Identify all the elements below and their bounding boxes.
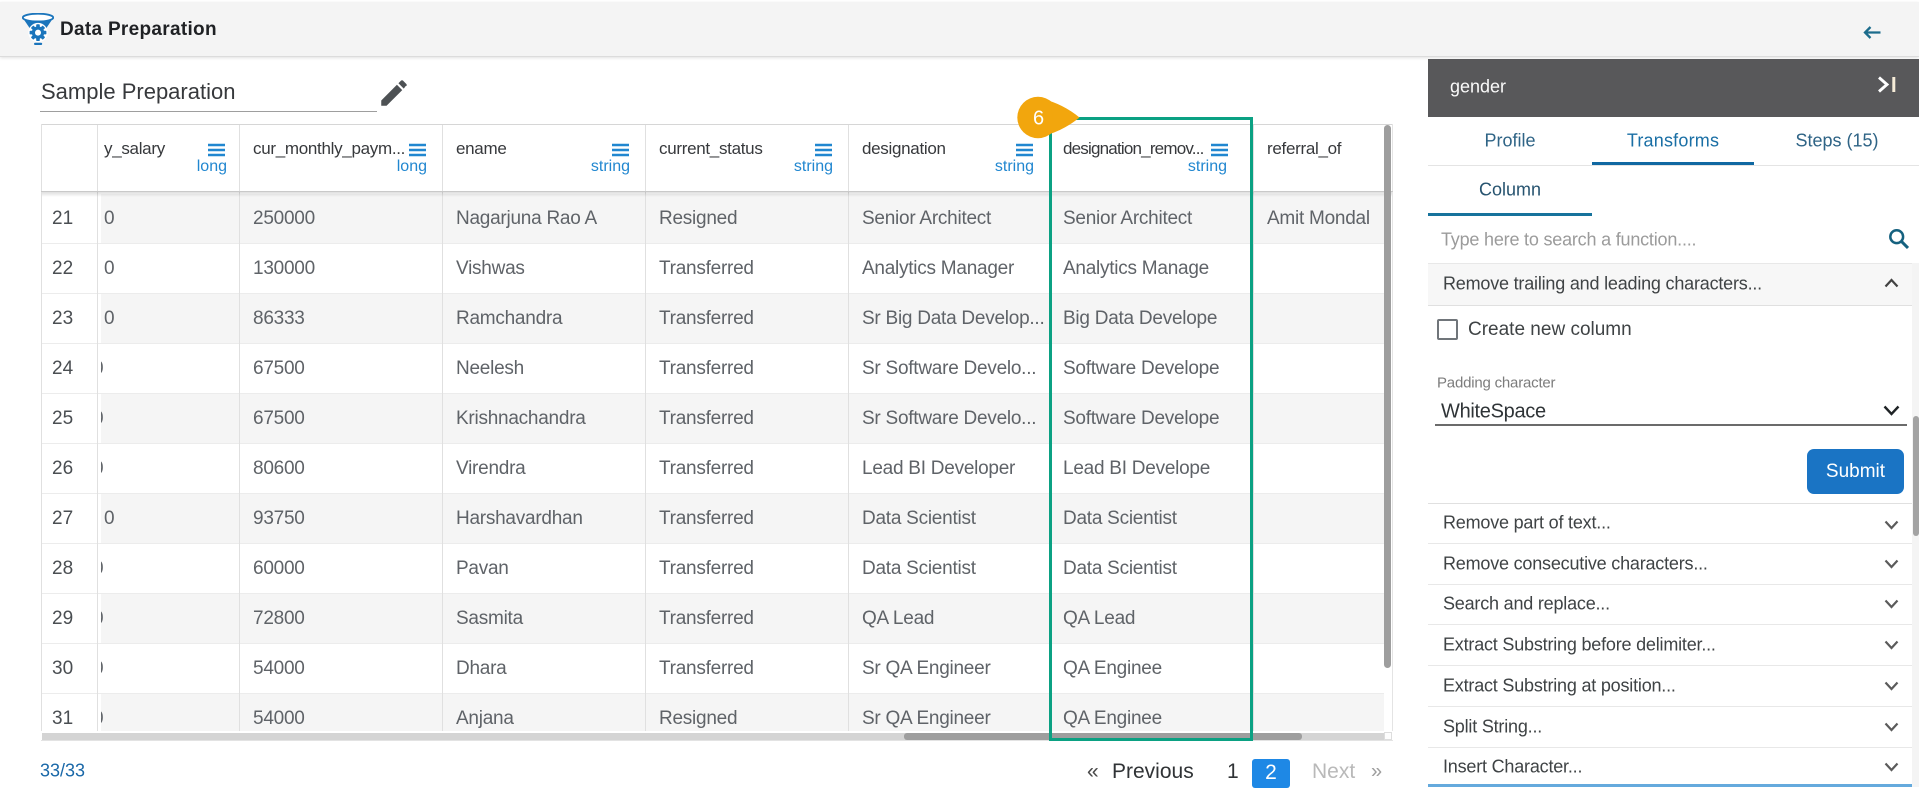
svg-text:6: 6 (1033, 108, 1044, 130)
